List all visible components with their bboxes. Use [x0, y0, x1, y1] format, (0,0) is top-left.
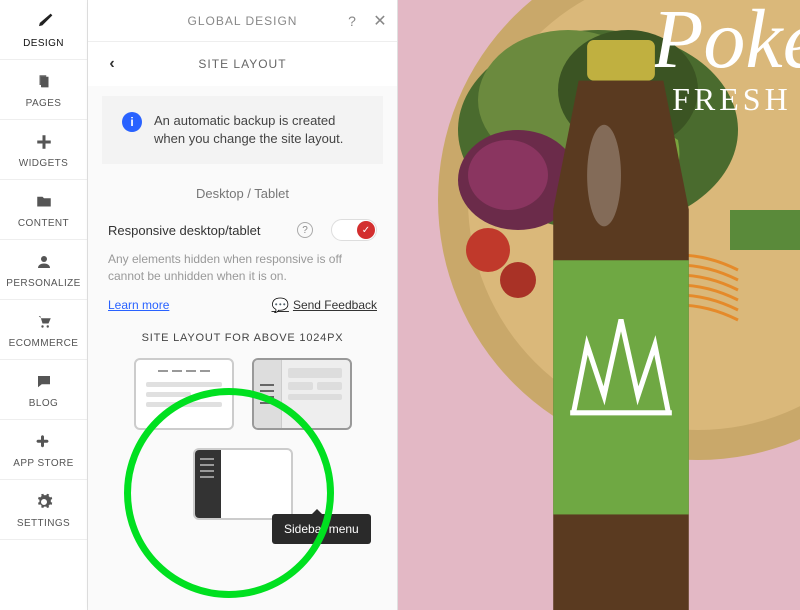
nav-item-personalize[interactable]: PERSONALIZE — [0, 240, 87, 300]
responsive-hint: Any elements hidden when responsive is o… — [88, 251, 397, 291]
nav-label: DESIGN — [23, 38, 64, 49]
cart-icon — [34, 312, 54, 332]
info-text: An automatic backup is created when you … — [154, 112, 363, 148]
nav-label: CONTENT — [18, 218, 69, 229]
puzzle-icon — [34, 432, 54, 452]
learn-more-link[interactable]: Learn more — [108, 298, 169, 312]
close-button[interactable]: ✕ — [365, 0, 395, 42]
responsive-toggle[interactable]: ✓ — [331, 219, 377, 241]
nav-label: BLOG — [29, 398, 58, 409]
nav-label: SETTINGS — [17, 518, 70, 529]
chevron-left-icon: ‹ — [109, 55, 114, 73]
panel-sub-header: ‹ SITE LAYOUT — [88, 42, 397, 86]
nav-rail: DESIGN PAGES WIDGETS CONTENT PERSONALIZE — [0, 0, 88, 610]
platform-label: Desktop / Tablet — [88, 168, 397, 209]
plus-icon — [34, 132, 54, 152]
site-preview: Poke FRESH — [398, 0, 800, 610]
nav-item-design[interactable]: DESIGN — [0, 0, 87, 60]
responsive-toggle-row: Responsive desktop/tablet ? ✓ — [88, 209, 397, 251]
send-feedback-link[interactable]: 💬 Send Feedback — [272, 297, 378, 314]
toggle-knob: ✓ — [357, 221, 375, 239]
chat-icon — [34, 372, 54, 392]
responsive-label: Responsive desktop/tablet — [108, 223, 291, 238]
info-box: i An automatic backup is created when yo… — [102, 96, 383, 164]
feedback-icon: 💬 — [272, 297, 289, 314]
nav-label: APP STORE — [13, 458, 73, 469]
nav-item-pages[interactable]: PAGES — [0, 60, 87, 120]
help-button[interactable]: ? — [337, 0, 367, 42]
nav-item-settings[interactable]: SETTINGS — [0, 480, 87, 540]
info-icon: i — [122, 112, 142, 132]
links-row: Learn more 💬 Send Feedback — [88, 291, 397, 324]
nav-item-app-store[interactable]: APP STORE — [0, 420, 87, 480]
layout-tooltip: Sidebar menu — [272, 514, 371, 544]
nav-item-blog[interactable]: BLOG — [0, 360, 87, 420]
global-design-panel: GLOBAL DESIGN ? ✕ ‹ SITE LAYOUT i An aut… — [88, 0, 398, 610]
folder-icon — [34, 192, 54, 212]
pages-icon — [34, 72, 54, 92]
nav-item-ecommerce[interactable]: ECOMMERCE — [0, 300, 87, 360]
help-icon[interactable]: ? — [297, 222, 313, 238]
layout-grid — [88, 358, 397, 520]
check-icon: ✓ — [362, 225, 370, 236]
nav-label: ECOMMERCE — [9, 338, 79, 349]
layout-option-top-menu[interactable] — [134, 358, 234, 430]
gear-icon — [34, 492, 54, 512]
layout-option-sidebar-menu[interactable] — [252, 358, 352, 430]
panel-title: GLOBAL DESIGN — [188, 14, 298, 28]
close-icon: ✕ — [373, 11, 386, 31]
nav-label: PERSONALIZE — [6, 278, 80, 289]
layouts-title: SITE LAYOUT FOR ABOVE 1024PX — [88, 324, 397, 358]
nav-item-content[interactable]: CONTENT — [0, 180, 87, 240]
layout-option-dark-sidebar[interactable] — [193, 448, 293, 520]
person-icon — [34, 252, 54, 272]
bottle-graphic — [420, 40, 800, 610]
panel-sub-title: SITE LAYOUT — [198, 57, 286, 71]
nav-label: WIDGETS — [19, 158, 68, 169]
nav-label: PAGES — [26, 98, 62, 109]
brush-icon — [34, 12, 54, 32]
panel-header: GLOBAL DESIGN ? ✕ — [88, 0, 397, 42]
send-feedback-label: Send Feedback — [293, 298, 377, 312]
back-button[interactable]: ‹ — [100, 42, 124, 86]
nav-item-widgets[interactable]: WIDGETS — [0, 120, 87, 180]
